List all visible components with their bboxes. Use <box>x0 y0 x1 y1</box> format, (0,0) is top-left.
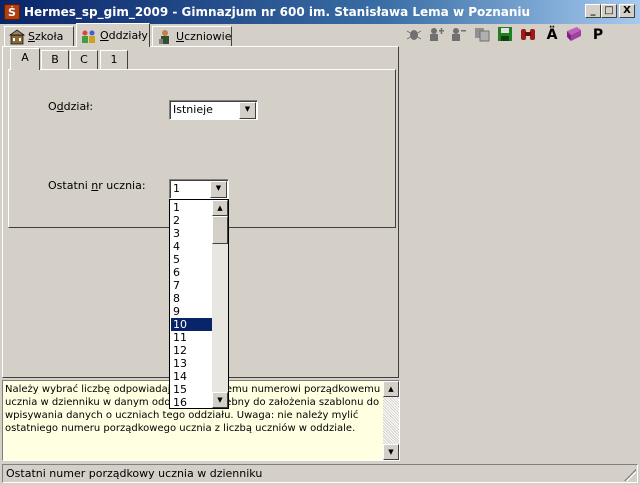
remove-person-icon[interactable] <box>448 26 468 44</box>
add-person-icon[interactable] <box>426 26 446 44</box>
last-number-dropdown[interactable]: 1 2 3 4 5 6 7 8 9 10 11 12 13 14 15 16 ▲… <box>169 199 229 409</box>
list-item[interactable]: 7 <box>171 279 213 292</box>
list-item[interactable]: 12 <box>171 344 213 357</box>
subtab-b[interactable]: B <box>41 50 69 69</box>
scroll-up-icon[interactable]: ▲ <box>212 200 228 216</box>
list-item[interactable]: 13 <box>171 357 213 370</box>
status-text: Ostatni numer porządkowy ucznia w dzienn… <box>6 467 263 480</box>
binoculars-icon[interactable] <box>518 26 538 44</box>
list-item[interactable]: 14 <box>171 370 213 383</box>
resize-grip-icon[interactable] <box>624 469 636 481</box>
minimize-button[interactable]: _ <box>585 4 601 18</box>
print-icon[interactable]: P <box>588 26 608 44</box>
student-icon <box>157 29 173 45</box>
font-icon[interactable]: Ä <box>542 26 562 44</box>
chevron-down-icon[interactable]: ▼ <box>239 102 256 119</box>
title-bar[interactable]: Ś Hermes_sp_gim_2009 - Gimnazjum nr 600 … <box>0 0 640 24</box>
scroll-thumb[interactable] <box>212 216 228 244</box>
list-item[interactable]: 4 <box>171 240 213 253</box>
list-item[interactable]: 1 <box>171 201 213 214</box>
close-button[interactable]: X <box>619 4 635 18</box>
list-item[interactable]: 2 <box>171 214 213 227</box>
last-number-label: Ostatni nr ucznia: <box>48 179 146 192</box>
status-bar: Ostatni numer porządkowy ucznia w dzienn… <box>2 464 638 483</box>
oddzial-label: Oddział: <box>48 100 94 113</box>
list-item[interactable]: 6 <box>171 266 213 279</box>
help-scrollbar[interactable]: ▲ ▼ <box>383 381 399 460</box>
window-title: Hermes_sp_gim_2009 - Gimnazjum nr 600 im… <box>24 5 531 19</box>
chevron-down-icon[interactable]: ▼ <box>210 181 227 198</box>
list-item[interactable]: 16 <box>171 396 213 408</box>
maximize-button[interactable]: □ <box>601 4 617 18</box>
list-item[interactable]: 15 <box>171 383 213 396</box>
app-icon[interactable]: Ś <box>4 4 20 20</box>
oddzial-value: Istnieje <box>173 103 213 116</box>
class-icon <box>81 28 97 44</box>
dropdown-scrollbar[interactable]: ▲ ▼ <box>212 200 228 408</box>
subtab-c[interactable]: C <box>70 50 98 69</box>
bug-icon[interactable] <box>404 26 424 44</box>
list-item[interactable]: 11 <box>171 331 213 344</box>
scroll-down-icon[interactable]: ▼ <box>212 392 228 408</box>
tab-uczniowie-label: Uczniowie <box>176 30 232 43</box>
copy-icon[interactable] <box>472 26 492 44</box>
tab-oddzialy[interactable]: Oddziały <box>76 23 150 47</box>
school-icon <box>8 29 26 45</box>
list-item[interactable]: 3 <box>171 227 213 240</box>
list-item[interactable]: 9 <box>171 305 213 318</box>
tab-uczniowie[interactable]: Uczniowie <box>152 26 232 46</box>
scroll-up-icon[interactable]: ▲ <box>383 381 399 397</box>
last-number-select[interactable]: 1 ▼ <box>169 179 229 199</box>
tab-szkola[interactable]: Szkoła <box>4 26 74 46</box>
oddzial-select[interactable]: Istnieje ▼ <box>169 100 258 120</box>
book-icon[interactable] <box>564 26 584 44</box>
subtab-1[interactable]: 1 <box>100 50 128 69</box>
list-item[interactable]: 5 <box>171 253 213 266</box>
tab-szkola-label: Szkoła <box>28 30 64 43</box>
last-number-value: 1 <box>173 182 180 195</box>
scroll-down-icon[interactable]: ▼ <box>383 444 399 460</box>
subtab-a[interactable]: A <box>10 48 40 70</box>
save-icon[interactable] <box>495 26 515 44</box>
list-item-selected[interactable]: 10 <box>171 318 213 331</box>
list-item[interactable]: 8 <box>171 292 213 305</box>
tab-oddzialy-label: Oddziały <box>100 29 148 42</box>
